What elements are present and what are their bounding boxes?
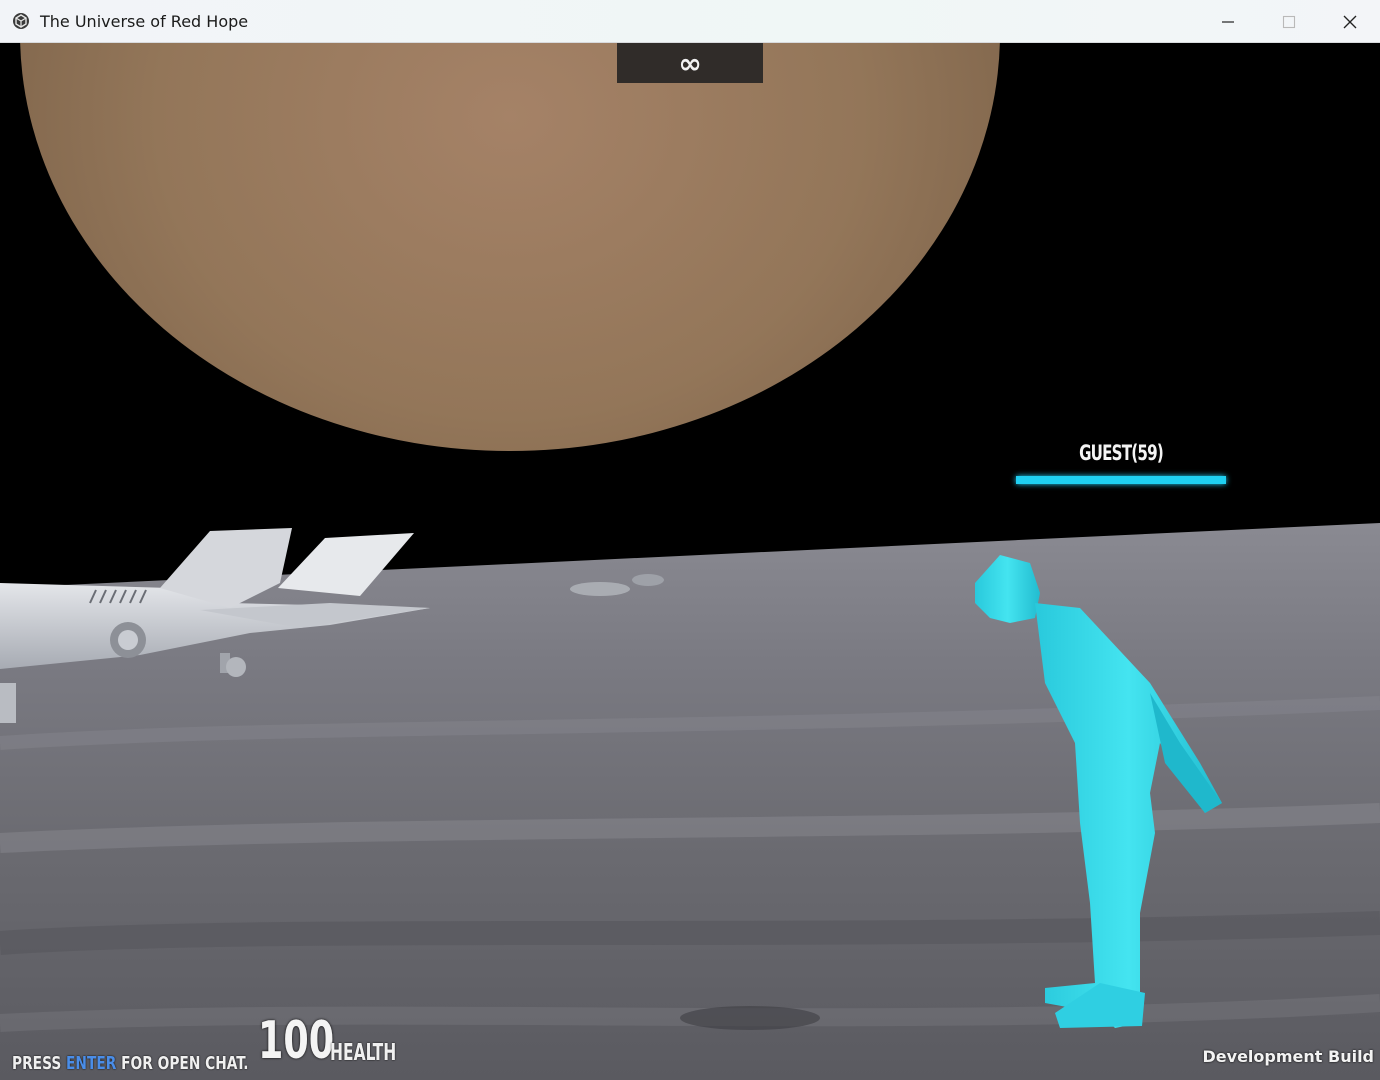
player-health-bar-fill <box>1016 476 1226 484</box>
maximize-icon <box>1282 15 1295 28</box>
chat-hint-prefix: PRESS <box>12 1053 67 1074</box>
unity-icon <box>11 11 31 31</box>
health-display: 100 HEALTH <box>258 1013 418 1069</box>
chat-hint-key: ENTER <box>66 1053 117 1074</box>
minimize-icon <box>1221 20 1234 23</box>
game-scene <box>0 43 1380 1080</box>
minimize-button[interactable] <box>1197 0 1258 43</box>
player-health-bar <box>1016 476 1226 484</box>
title-bar[interactable]: The Universe of Red Hope <box>0 0 1380 43</box>
development-build-label: Development Build <box>1202 1047 1374 1066</box>
chat-hint-suffix: FOR OPEN CHAT. <box>116 1053 249 1074</box>
maximize-button[interactable] <box>1258 0 1319 43</box>
game-window: The Universe of Red Hope ∞ GUEST(59) PRE… <box>0 0 1380 1080</box>
counter-display: ∞ <box>617 43 763 83</box>
planet <box>20 43 1000 451</box>
chat-hint: PRESS ENTER FOR OPEN CHAT. <box>12 1053 249 1074</box>
close-button[interactable] <box>1319 0 1380 43</box>
game-viewport[interactable]: ∞ GUEST(59) PRESS ENTER FOR OPEN CHAT. 1… <box>0 43 1380 1080</box>
close-icon <box>1343 15 1356 28</box>
player-nameplate: GUEST(59) <box>1016 441 1226 484</box>
health-value: 100 <box>258 1011 335 1071</box>
window-title: The Universe of Red Hope <box>40 11 249 31</box>
window-controls <box>1197 0 1380 43</box>
health-label: HEALTH <box>330 1040 397 1066</box>
player-name: GUEST(59) <box>1079 441 1164 465</box>
